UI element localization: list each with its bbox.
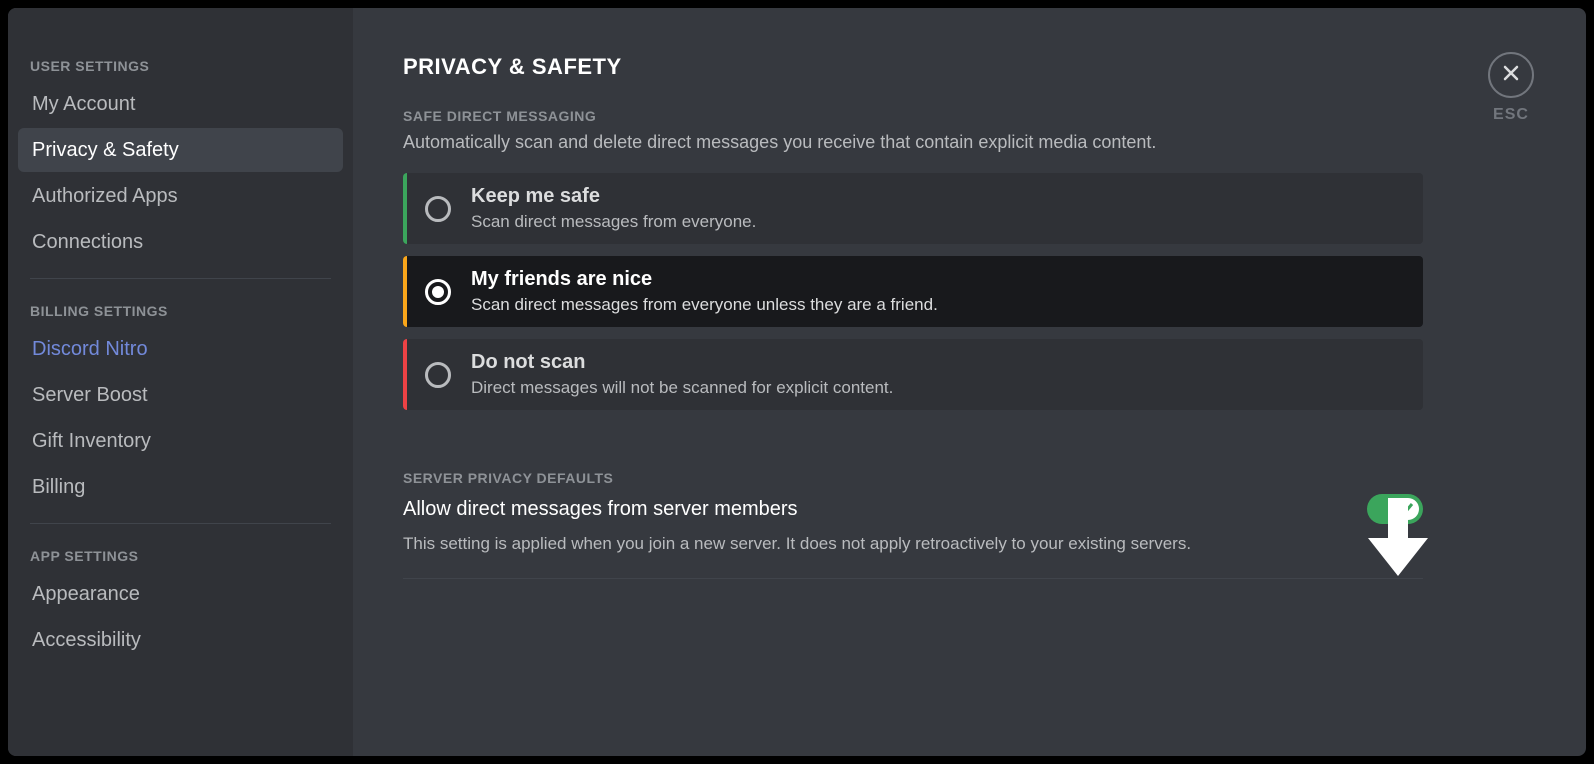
- section-header-safe-dm: Safe Direct Messaging: [403, 108, 1526, 124]
- radio-option-do-not-scan[interactable]: Do not scan Direct messages will not be …: [403, 339, 1423, 410]
- sidebar-item-label: Appearance: [32, 584, 140, 604]
- sidebar-item-accessibility[interactable]: Accessibility: [18, 618, 343, 662]
- sidebar-item-authorized-apps[interactable]: Authorized Apps: [18, 174, 343, 218]
- section-header-server-privacy: Server Privacy Defaults: [403, 470, 1526, 486]
- toggle-description: This setting is applied when you join a …: [403, 534, 1423, 554]
- section-description-safe-dm: Automatically scan and delete direct mes…: [403, 132, 1526, 153]
- toggle-knob: [1397, 498, 1419, 520]
- sidebar-item-label: My Account: [32, 94, 135, 114]
- radio-title: Do not scan: [471, 351, 893, 374]
- sidebar-item-connections[interactable]: Connections: [18, 220, 343, 264]
- sidebar-item-label: Gift Inventory: [32, 431, 151, 451]
- esc-label: ESC: [1493, 106, 1529, 124]
- sidebar-item-privacy-safety[interactable]: Privacy & Safety: [18, 128, 343, 172]
- radio-title: My friends are nice: [471, 268, 938, 291]
- sidebar-item-label: Billing: [32, 477, 85, 497]
- radio-icon: [425, 196, 451, 222]
- close-button[interactable]: [1488, 52, 1534, 98]
- radio-title: Keep me safe: [471, 185, 756, 208]
- sidebar-category-user: User Settings: [18, 48, 343, 80]
- sidebar-item-billing[interactable]: Billing: [18, 465, 343, 509]
- radio-option-keep-me-safe[interactable]: Keep me safe Scan direct messages from e…: [403, 173, 1423, 244]
- close-column: ESC: [1486, 52, 1536, 124]
- safe-dm-radio-group: Keep me safe Scan direct messages from e…: [403, 173, 1423, 410]
- close-icon: [1501, 63, 1521, 88]
- sidebar-item-label: Connections: [32, 232, 143, 252]
- sidebar-item-label: Authorized Apps: [32, 186, 178, 206]
- sidebar-item-my-account[interactable]: My Account: [18, 82, 343, 126]
- sidebar-item-label: Accessibility: [32, 630, 141, 650]
- radio-option-friends-nice[interactable]: My friends are nice Scan direct messages…: [403, 256, 1423, 327]
- sidebar-item-appearance[interactable]: Appearance: [18, 572, 343, 616]
- sidebar-separator: [30, 523, 331, 524]
- section-separator: [403, 578, 1423, 579]
- settings-sidebar: User Settings My Account Privacy & Safet…: [8, 8, 353, 756]
- page-title: Privacy & Safety: [403, 54, 1526, 80]
- radio-description: Scan direct messages from everyone unles…: [471, 295, 938, 315]
- toggle-allow-dm[interactable]: [1367, 494, 1423, 524]
- sidebar-item-label: Privacy & Safety: [32, 140, 179, 160]
- settings-content: ESC Privacy & Safety Safe Direct Messagi…: [353, 8, 1586, 756]
- radio-description: Scan direct messages from everyone.: [471, 212, 756, 232]
- radio-icon: [425, 279, 451, 305]
- radio-description: Direct messages will not be scanned for …: [471, 378, 893, 398]
- sidebar-separator: [30, 278, 331, 279]
- toggle-title: Allow direct messages from server member…: [403, 498, 798, 521]
- sidebar-item-server-boost[interactable]: Server Boost: [18, 373, 343, 417]
- sidebar-item-gift-inventory[interactable]: Gift Inventory: [18, 419, 343, 463]
- sidebar-item-label: Discord Nitro: [32, 339, 148, 359]
- toggle-row-allow-dm: Allow direct messages from server member…: [403, 494, 1423, 524]
- sidebar-item-discord-nitro[interactable]: Discord Nitro: [18, 327, 343, 371]
- sidebar-item-label: Server Boost: [32, 385, 148, 405]
- sidebar-category-app: App Settings: [18, 538, 343, 570]
- check-icon: [1401, 500, 1415, 519]
- sidebar-category-billing: Billing Settings: [18, 293, 343, 325]
- radio-icon: [425, 362, 451, 388]
